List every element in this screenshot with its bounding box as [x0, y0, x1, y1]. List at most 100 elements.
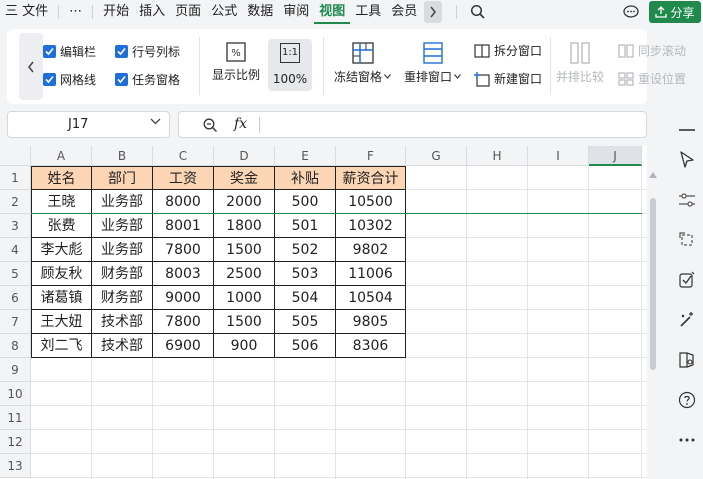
task-pane-checkbox[interactable]: 任务窗格	[115, 71, 180, 88]
table-cell[interactable]: 财务部	[92, 262, 153, 286]
row-header[interactable]: 3	[0, 214, 31, 238]
menu-scroll-right-button[interactable]	[424, 1, 443, 23]
table-cell[interactable]: 900	[214, 334, 275, 358]
chat-icon[interactable]	[622, 3, 640, 21]
table-cell[interactable]: 500	[275, 190, 336, 214]
row-header[interactable]: 7	[0, 310, 31, 334]
table-cell[interactable]: 8003	[153, 262, 214, 286]
row-header[interactable]: 12	[0, 430, 31, 454]
freeze-panes-button[interactable]: 冻结窗格	[334, 42, 391, 85]
table-cell[interactable]: 7800	[153, 310, 214, 334]
menu-more[interactable]: ⋯	[64, 0, 87, 24]
table-cell[interactable]: 1500	[214, 238, 275, 262]
table-cell[interactable]: 业务部	[92, 214, 153, 238]
table-cell[interactable]: 刘二飞	[31, 334, 92, 358]
table-cell[interactable]: 2500	[214, 262, 275, 286]
table-cell[interactable]: 1000	[214, 286, 275, 310]
menu-page[interactable]: 页面	[170, 0, 206, 24]
menu-view[interactable]: 视图	[314, 1, 351, 24]
table-cell[interactable]: 王大妞	[31, 310, 92, 334]
header-cell[interactable]: 补贴	[275, 166, 336, 190]
header-cell[interactable]: 薪资合计	[336, 166, 406, 190]
more-options-icon[interactable]	[677, 430, 697, 450]
column-header[interactable]: H	[467, 146, 528, 166]
menu-formula[interactable]: 公式	[206, 0, 242, 24]
table-cell[interactable]: 9805	[336, 310, 406, 334]
table-cell[interactable]: 王晓	[31, 190, 92, 214]
adjust-sliders-icon[interactable]	[677, 190, 697, 210]
table-cell[interactable]: 8001	[153, 214, 214, 238]
table-cell[interactable]: 技术部	[92, 310, 153, 334]
share-button[interactable]: 分享	[649, 1, 701, 23]
row-header[interactable]: 10	[0, 382, 31, 406]
select-all-corner[interactable]	[0, 146, 31, 166]
table-cell[interactable]: 李大彪	[31, 238, 92, 262]
column-header[interactable]: F	[336, 146, 406, 166]
magic-tools-icon[interactable]	[677, 310, 697, 330]
row-header[interactable]: 13	[0, 454, 31, 478]
table-cell[interactable]: 504	[275, 286, 336, 310]
row-header[interactable]: 4	[0, 238, 31, 262]
table-cell[interactable]: 业务部	[92, 190, 153, 214]
column-header[interactable]: D	[214, 146, 275, 166]
help-icon[interactable]	[677, 390, 697, 410]
cursor-icon[interactable]	[677, 150, 697, 170]
column-header[interactable]: G	[406, 146, 467, 166]
row-header[interactable]: 8	[0, 334, 31, 358]
table-cell[interactable]: 2000	[214, 190, 275, 214]
row-header[interactable]: 1	[0, 166, 31, 190]
side-by-side-button[interactable]: 并排比较	[556, 42, 604, 85]
insert-function-button[interactable]: fx	[234, 116, 247, 132]
menu-tools[interactable]: 工具	[350, 0, 386, 24]
header-cell[interactable]: 工资	[153, 166, 214, 190]
table-cell[interactable]: 11006	[336, 262, 406, 286]
menu-review[interactable]: 审阅	[278, 0, 314, 24]
column-header[interactable]: J	[589, 146, 642, 166]
column-header[interactable]: E	[275, 146, 336, 166]
column-header[interactable]: A	[31, 146, 92, 166]
table-cell[interactable]: 502	[275, 238, 336, 262]
arrange-windows-button[interactable]: 重排窗口	[404, 42, 461, 85]
table-cell[interactable]: 9802	[336, 238, 406, 262]
gridlines-checkbox[interactable]: 网格线	[43, 71, 96, 88]
headings-checkbox[interactable]: 行号列标	[115, 43, 180, 60]
vertical-scrollbar[interactable]	[647, 146, 659, 479]
menu-file[interactable]: 三 文件	[0, 0, 53, 24]
table-cell[interactable]: 9000	[153, 286, 214, 310]
ribbon-scroll-left-button[interactable]	[19, 33, 43, 100]
table-cell[interactable]: 505	[275, 310, 336, 334]
scroll-up-arrow-icon[interactable]	[649, 172, 657, 178]
zoom-in-icon[interactable]	[203, 118, 218, 133]
table-cell[interactable]: 业务部	[92, 238, 153, 262]
menu-member[interactable]: 会员	[386, 0, 422, 24]
row-header[interactable]: 2	[0, 190, 31, 214]
table-cell[interactable]: 10504	[336, 286, 406, 310]
reading-mode-icon[interactable]	[677, 350, 697, 370]
table-cell[interactable]: 501	[275, 214, 336, 238]
search-icon[interactable]	[470, 4, 486, 20]
table-cell[interactable]: 503	[275, 262, 336, 286]
name-box[interactable]: J17	[7, 111, 170, 138]
scrollbar-thumb[interactable]	[650, 198, 656, 370]
formula-bar-checkbox[interactable]: 编辑栏	[43, 43, 96, 60]
menu-home[interactable]: 开始	[98, 0, 134, 24]
menu-insert[interactable]: 插入	[134, 0, 170, 24]
column-header[interactable]: B	[92, 146, 153, 166]
sheet-grid[interactable]: ABCDEFGHIJ 1 2 3 4 5 6 7 8 9 10 11 12 13 姓名 部门 工资 奖金 补贴薪…	[0, 146, 647, 479]
column-header[interactable]: I	[528, 146, 589, 166]
table-cell[interactable]: 6900	[153, 334, 214, 358]
table-cell[interactable]: 1500	[214, 310, 275, 334]
row-header[interactable]: 11	[0, 406, 31, 430]
table-cell[interactable]: 506	[275, 334, 336, 358]
new-window-button[interactable]: 新建窗口	[474, 70, 542, 87]
table-cell[interactable]: 张费	[31, 214, 92, 238]
table-cell[interactable]: 8306	[336, 334, 406, 358]
table-cell[interactable]: 诸葛镇	[31, 286, 92, 310]
table-cell[interactable]: 1800	[214, 214, 275, 238]
row-header[interactable]: 9	[0, 358, 31, 382]
header-cell[interactable]: 部门	[92, 166, 153, 190]
table-cell[interactable]: 10500	[336, 190, 406, 214]
header-cell[interactable]: 姓名	[31, 166, 92, 190]
menu-data[interactable]: 数据	[242, 0, 278, 24]
column-header[interactable]: C	[153, 146, 214, 166]
